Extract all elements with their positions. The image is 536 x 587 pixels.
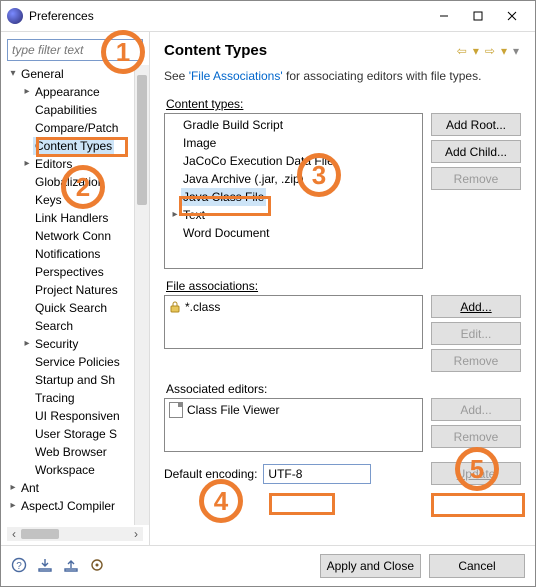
menu-icon[interactable]: ▾	[511, 44, 521, 58]
fa-add-button[interactable]: Add...	[431, 295, 521, 318]
tree-item[interactable]: Link Handlers	[7, 209, 147, 227]
app-icon	[7, 8, 23, 24]
content-types-tree[interactable]: Gradle Build ScriptImageJaCoCo Execution…	[165, 114, 422, 268]
svg-text:?: ?	[16, 561, 22, 572]
tree-item[interactable]: ▸AspectJ Compiler	[7, 497, 147, 515]
export-icon[interactable]	[63, 557, 79, 576]
tree-item[interactable]: Capabilities	[7, 101, 147, 119]
associated-editors-label: Associated editors:	[166, 382, 521, 396]
file-icon	[169, 402, 183, 418]
file-association-item[interactable]: *.class	[169, 298, 418, 316]
tree-item[interactable]: Perspectives	[7, 263, 147, 281]
ae-add-button[interactable]: Add...	[431, 398, 521, 421]
add-child-button[interactable]: Add Child...	[431, 140, 521, 163]
chevron-right-icon: ▸	[21, 155, 33, 173]
tree-item[interactable]: Startup and Sh	[7, 371, 147, 389]
chevron-right-icon: ▸	[7, 497, 19, 515]
tree-item[interactable]: Notifications	[7, 245, 147, 263]
tree-item[interactable]: Search	[7, 317, 147, 335]
tree-item[interactable]: ▸Appearance	[7, 83, 147, 101]
tree-item[interactable]: ▸Security	[7, 335, 147, 353]
apply-close-button[interactable]: Apply and Close	[320, 554, 421, 578]
tree-item[interactable]: Service Policies	[7, 353, 147, 371]
content-type-item[interactable]: Gradle Build Script	[169, 116, 418, 134]
content-types-label: Content types:	[166, 97, 521, 111]
tree-item[interactable]: Globalization	[7, 173, 147, 191]
preferences-window: Preferences ▾General▸AppearanceCapabilit…	[0, 0, 536, 587]
preferences-tree[interactable]: ▾General▸AppearanceCapabilitiesCompare/P…	[7, 65, 149, 525]
sidebar-hscrollbar[interactable]: ‹›	[7, 527, 143, 541]
ct-remove-button[interactable]: Remove	[431, 167, 521, 190]
file-associations-list[interactable]: *.class	[165, 296, 422, 348]
chevron-right-icon: ▸	[169, 206, 181, 224]
help-icon[interactable]: ?	[11, 557, 27, 576]
default-encoding-input[interactable]	[263, 464, 371, 484]
window-title: Preferences	[29, 9, 427, 23]
tree-item-general[interactable]: ▾General	[7, 65, 147, 83]
tree-item[interactable]: User Storage S	[7, 425, 147, 443]
tree-item[interactable]: Workspace	[7, 461, 147, 479]
lock-icon	[169, 301, 181, 313]
associated-editor-item[interactable]: Class File Viewer	[169, 401, 418, 419]
maximize-button[interactable]	[461, 4, 495, 28]
content-type-item[interactable]: Java Class File	[169, 188, 418, 206]
sidebar: ▾General▸AppearanceCapabilitiesCompare/P…	[1, 32, 149, 545]
page-title: Content Types	[164, 42, 455, 59]
close-button[interactable]	[495, 4, 529, 28]
tree-item[interactable]: Compare/Patch	[7, 119, 147, 137]
default-encoding-label: Default encoding:	[164, 467, 257, 481]
ae-remove-button[interactable]: Remove	[431, 425, 521, 448]
import-icon[interactable]	[37, 557, 53, 576]
filter-input[interactable]	[7, 39, 143, 61]
sidebar-scrollbar[interactable]	[134, 65, 149, 525]
nav-forward-icon[interactable]: ⇨	[483, 44, 497, 58]
tree-item[interactable]: Project Natures	[7, 281, 147, 299]
tree-item[interactable]: UI Responsiven	[7, 407, 147, 425]
minimize-button[interactable]	[427, 4, 461, 28]
nav-back-icon[interactable]: ⇦	[455, 44, 469, 58]
tree-item[interactable]: Network Conn	[7, 227, 147, 245]
main-panel: Content Types ⇦▾ ⇨▾ ▾ See 'File Associat…	[149, 32, 535, 545]
content-type-item[interactable]: JaCoCo Execution Data File	[169, 152, 418, 170]
tree-item[interactable]: Web Browser	[7, 443, 147, 461]
file-associations-label: File associations:	[166, 279, 521, 293]
tree-item[interactable]: Keys	[7, 191, 147, 209]
description-text: See 'File Associations' for associating …	[164, 69, 521, 83]
tree-item[interactable]: Content Types	[7, 137, 147, 155]
tree-item[interactable]: Tracing	[7, 389, 147, 407]
chevron-right-icon: ▸	[7, 479, 19, 497]
associated-editors-list[interactable]: Class File Viewer	[165, 399, 422, 451]
add-root-button[interactable]: Add Root...	[431, 113, 521, 136]
content-type-item[interactable]: Word Document	[169, 224, 418, 242]
chevron-down-icon: ▾	[7, 65, 19, 83]
chevron-right-icon: ▸	[21, 335, 33, 353]
dialog-footer: ? Apply and Close Cancel	[1, 545, 535, 586]
titlebar: Preferences	[1, 1, 535, 32]
cancel-button[interactable]: Cancel	[429, 554, 525, 578]
fa-remove-button[interactable]: Remove	[431, 349, 521, 372]
content-type-item[interactable]: ▸Text	[169, 206, 418, 224]
tree-item[interactable]: Quick Search	[7, 299, 147, 317]
content-type-item[interactable]: Java Archive (.jar, .zip)	[169, 170, 418, 188]
history-nav: ⇦▾ ⇨▾ ▾	[455, 44, 521, 58]
tree-item[interactable]: ▸Editors	[7, 155, 147, 173]
file-associations-link[interactable]: 'File Associations'	[189, 69, 283, 83]
chevron-right-icon: ▸	[21, 83, 33, 101]
fa-edit-button[interactable]: Edit...	[431, 322, 521, 345]
oomph-icon[interactable]	[89, 557, 105, 576]
tree-item[interactable]: ▸Ant	[7, 479, 147, 497]
update-button[interactable]: Update	[431, 462, 521, 485]
content-type-item[interactable]: Image	[169, 134, 418, 152]
